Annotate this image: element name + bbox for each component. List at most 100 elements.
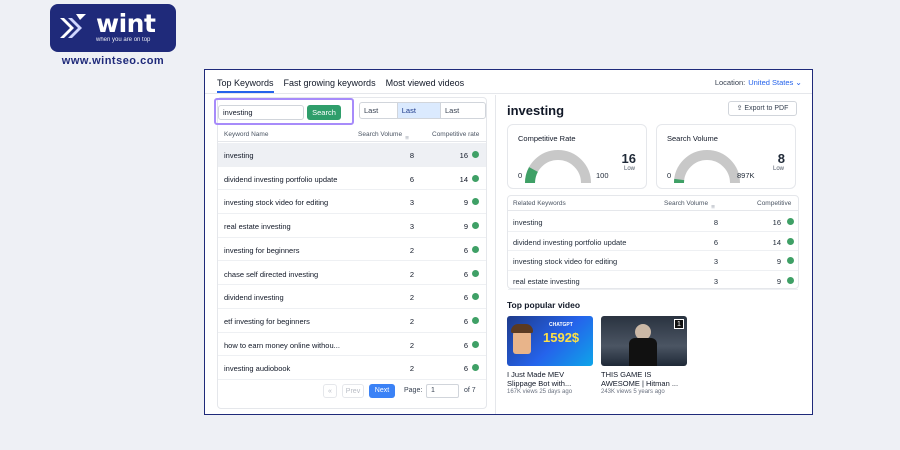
row-volume: 2 <box>409 245 414 255</box>
brand-tagline: when you are on top <box>96 37 151 43</box>
range-last-month[interactable]: Last Month <box>441 103 485 118</box>
row-rate: 6 <box>463 340 468 350</box>
tab-top-keywords[interactable]: Top Keywords <box>217 78 274 93</box>
row-volume: 8 <box>409 151 414 160</box>
wint-logo-icon <box>60 14 86 38</box>
status-dot-icon <box>472 269 479 277</box>
status-dot-icon <box>787 237 794 245</box>
related-row[interactable]: dividend investing portfolio update 6 14 <box>508 232 798 251</box>
sort-icon[interactable]: ≡ <box>405 135 409 142</box>
status-dot-icon <box>472 198 479 206</box>
chevron-down-icon: ⌄ <box>795 78 802 87</box>
related-keyword: real estate investing <box>513 276 580 286</box>
header-search-volume[interactable]: Search Volume ≡ <box>358 131 409 142</box>
tab-most-viewed-videos[interactable]: Most viewed videos <box>386 78 465 93</box>
competitive-min: 0 <box>518 171 523 180</box>
table-row[interactable]: investing stock video for editing 3 9 <box>218 190 486 215</box>
location-select[interactable]: Location: United States ⌄ <box>715 78 802 87</box>
volume-gauge-track <box>674 150 740 184</box>
row-keyword: dividend investing <box>224 293 284 303</box>
person-body <box>629 338 657 366</box>
header-competitive-rate[interactable]: Competitive rate <box>432 131 479 138</box>
row-rate: 9 <box>463 222 468 232</box>
thumb-amount: 1592$ <box>543 330 580 345</box>
search-volume-card: Search Volume 0 897K 8 Low <box>656 124 796 189</box>
table-row[interactable]: dividend investing portfolio update 6 14 <box>218 167 486 191</box>
competitive-max: 100 <box>596 171 609 180</box>
top-videos-title: Top popular video <box>507 300 581 310</box>
search-input[interactable]: investing <box>218 105 304 120</box>
related-keywords-table: Related Keywords Search Volume ≡ Competit… <box>507 195 799 290</box>
related-header-keyword[interactable]: Related Keywords <box>513 200 566 207</box>
search-button[interactable]: Search <box>307 105 341 120</box>
related-row[interactable]: real estate investing 3 9 <box>508 271 798 290</box>
status-dot-icon <box>787 218 794 225</box>
related-volume: 3 <box>713 276 718 286</box>
table-row[interactable]: investing 8 16 <box>218 143 486 167</box>
row-rate: 6 <box>463 293 468 303</box>
related-volume: 3 <box>713 257 718 266</box>
row-rate: 6 <box>463 269 468 279</box>
table-row[interactable]: investing audiobook 2 6 <box>218 356 486 380</box>
detail-title: investing <box>507 103 565 118</box>
tab-fast-growing-keywords[interactable]: Fast growing keywords <box>284 78 376 93</box>
video-thumbnail[interactable]: 1 <box>601 316 687 366</box>
video-title[interactable]: I Just Made MEV Slippage Bot with... <box>507 370 593 388</box>
thumb-badge: 1 <box>674 319 684 329</box>
row-volume: 2 <box>409 340 414 350</box>
table-row[interactable]: investing for beginners 2 6 <box>218 238 486 262</box>
range-last-week[interactable]: Last Week <box>397 103 441 118</box>
competitive-level: Low <box>623 166 635 172</box>
header-keyword-name[interactable]: Keyword Name <box>224 131 268 138</box>
video-title-line2: AWESOME | Hitman ... <box>601 379 679 388</box>
related-rate: 14 <box>772 237 781 247</box>
export-label: Export to PDF <box>744 105 789 112</box>
table-row[interactable]: real estate investing 3 9 <box>218 214 486 238</box>
status-dot-icon <box>472 364 479 372</box>
related-header-volume[interactable]: Search Volume ≡ <box>664 200 715 211</box>
row-volume: 2 <box>409 269 414 279</box>
volume-value: 8 <box>777 151 785 166</box>
competitive-gauge <box>525 150 591 184</box>
row-keyword: investing <box>224 151 254 160</box>
status-dot-icon <box>787 276 794 284</box>
first-page-button[interactable]: « <box>323 384 337 398</box>
status-dot-icon <box>472 222 479 230</box>
next-page-button[interactable]: Next <box>369 384 395 398</box>
sort-icon[interactable]: ≡ <box>711 204 715 211</box>
video-card[interactable]: 1 THIS GAME IS AWESOME | Hitman ... 243K … <box>601 316 687 395</box>
video-title[interactable]: THIS GAME IS AWESOME | Hitman ... <box>601 370 687 388</box>
status-dot-icon <box>472 316 479 324</box>
related-keyword: investing <box>513 218 543 227</box>
date-range-selector: Last Day Last Week Last Month <box>359 102 486 119</box>
row-keyword: etf investing for beginners <box>224 316 310 326</box>
status-dot-icon <box>472 293 479 301</box>
page-number-input[interactable]: 1 <box>426 384 459 398</box>
row-rate: 16 <box>459 151 468 160</box>
video-card[interactable]: CHATGPT 1592$ I Just Made MEV Slippage Bo… <box>507 316 593 395</box>
related-row[interactable]: investing 8 16 <box>508 212 798 232</box>
row-keyword: real estate investing <box>224 222 291 232</box>
related-rate: 16 <box>772 218 781 227</box>
table-row[interactable]: chase self directed investing 2 6 <box>218 262 486 286</box>
row-keyword: dividend investing portfolio update <box>224 174 338 184</box>
related-header-competitive[interactable]: Competitive <box>757 200 791 207</box>
location-label: Location: <box>714 78 746 87</box>
thumb-label: CHATGPT <box>549 322 573 328</box>
export-pdf-button[interactable]: ⇪ Export to PDF <box>728 101 797 116</box>
table-row[interactable]: etf investing for beginners 2 6 <box>218 309 486 333</box>
row-volume: 6 <box>409 174 414 184</box>
related-rate: 9 <box>776 276 781 286</box>
video-thumbnail[interactable]: CHATGPT 1592$ <box>507 316 593 366</box>
volume-min: 0 <box>667 171 672 180</box>
range-last-day[interactable]: Last Day <box>360 103 398 118</box>
table-row[interactable]: dividend investing 2 6 <box>218 285 486 309</box>
row-volume: 2 <box>409 293 414 303</box>
row-keyword: investing for beginners <box>224 245 300 255</box>
status-dot-icon <box>472 151 479 158</box>
related-row[interactable]: investing stock video for editing 3 9 <box>508 251 798 271</box>
prev-page-button[interactable]: Prev <box>342 384 364 398</box>
video-meta: 167K views 25 days ago <box>507 389 573 395</box>
volume-max: 897K <box>737 171 755 180</box>
table-row[interactable]: how to earn money online withou... 2 6 <box>218 333 486 357</box>
